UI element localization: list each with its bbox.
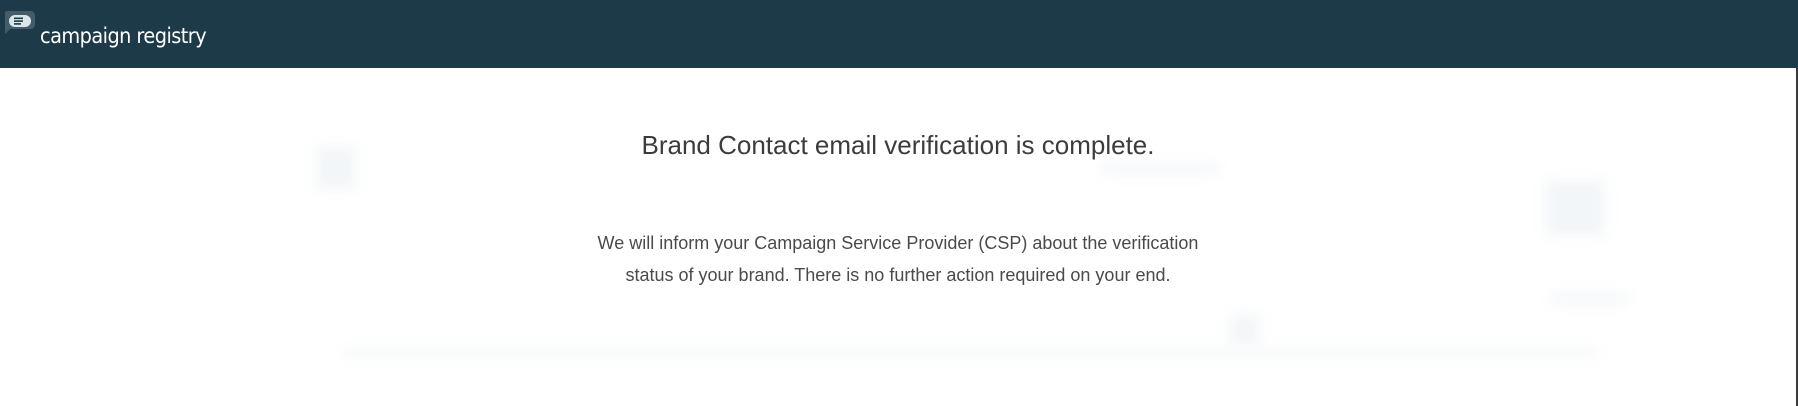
top-bar: campaign registry bbox=[0, 0, 1798, 68]
main-content: Brand Contact email verification is comp… bbox=[0, 68, 1796, 406]
campaign-registry-logo[interactable]: campaign registry bbox=[0, 0, 221, 68]
page-title: Brand Contact email verification is comp… bbox=[641, 130, 1155, 160]
background-shape bbox=[340, 350, 1600, 356]
page: campaign registry Brand Contact email ve… bbox=[0, 0, 1798, 406]
background-shape bbox=[1100, 164, 1220, 174]
message-line: status of your brand. There is no furthe… bbox=[625, 265, 1171, 285]
app-name: campaign registry bbox=[40, 24, 207, 48]
background-shape bbox=[1550, 294, 1630, 304]
speech-bubble-list-icon bbox=[2, 10, 38, 40]
verification-message: We will inform your Campaign Service Pro… bbox=[0, 227, 1796, 291]
message-line: We will inform your Campaign Service Pro… bbox=[597, 233, 1199, 253]
background-shape bbox=[1230, 314, 1260, 344]
